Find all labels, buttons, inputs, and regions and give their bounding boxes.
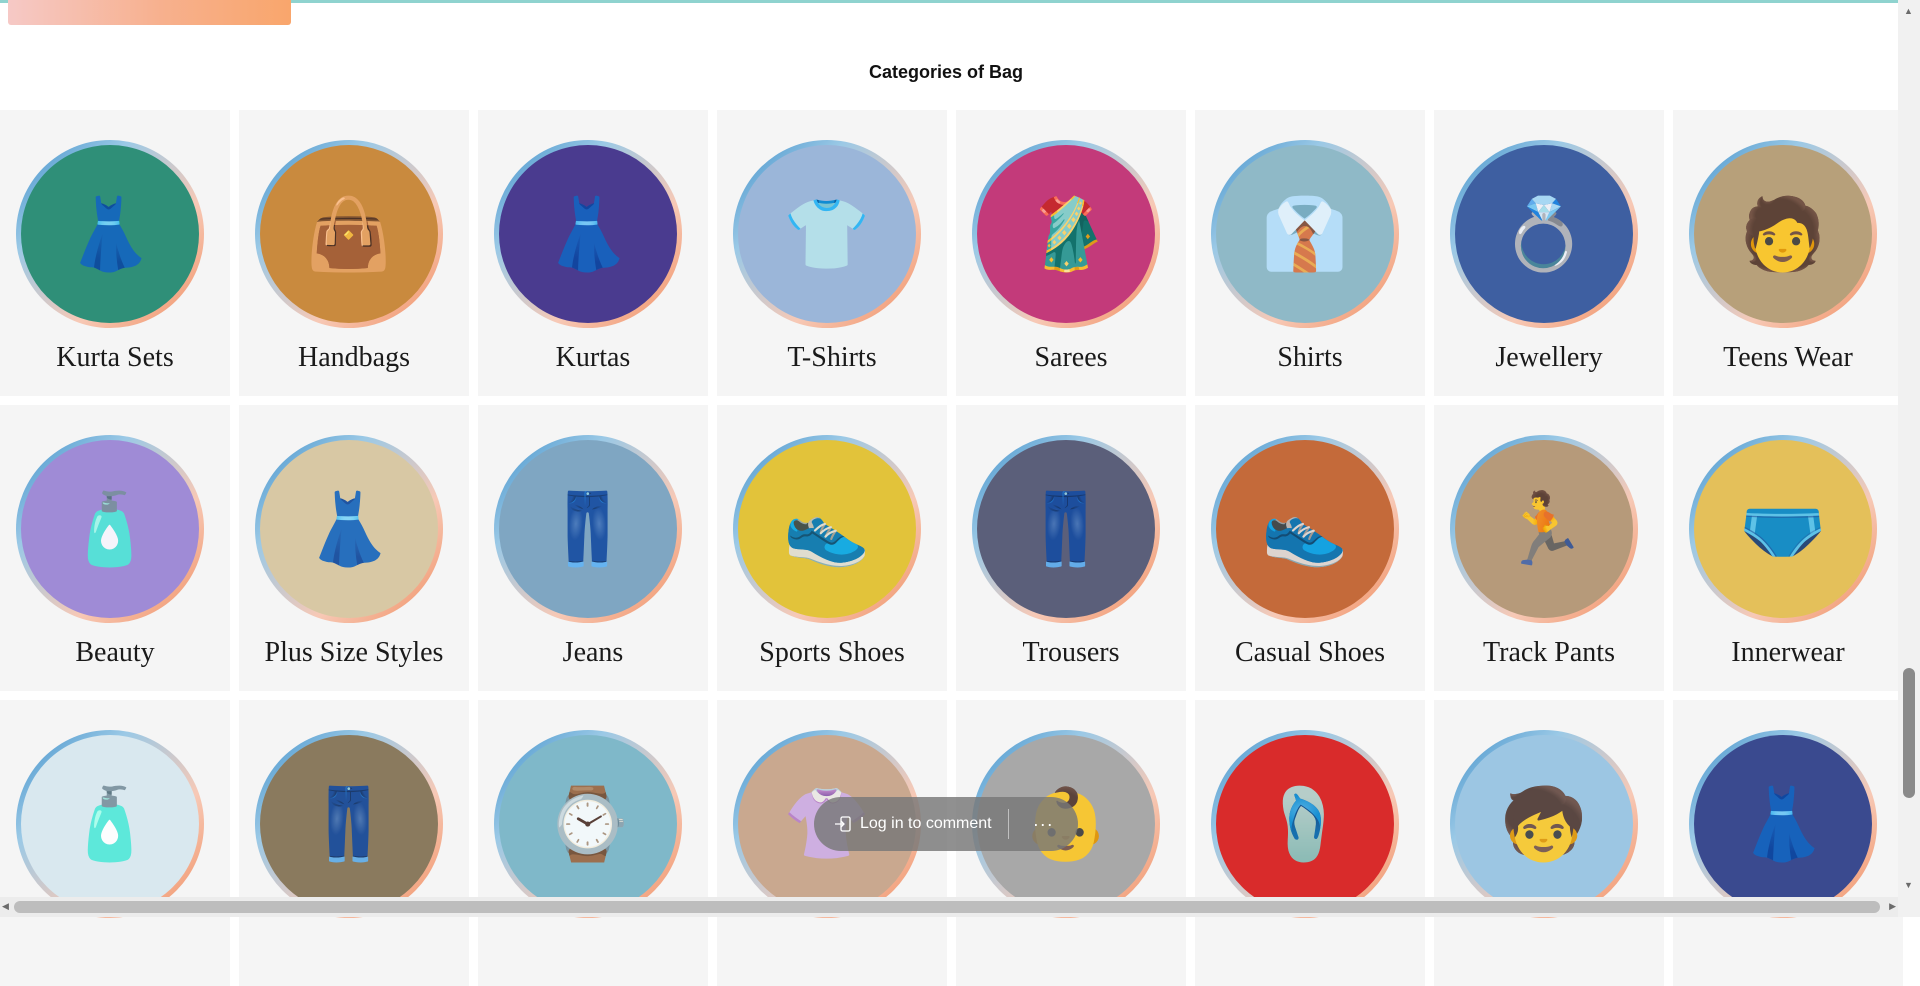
category-tile[interactable]: 👕 T-Shirts xyxy=(717,110,947,396)
category-tile[interactable]: 👗 Plus Size Styles xyxy=(239,405,469,691)
dress-icon: 👗 xyxy=(21,145,199,323)
vertical-scroll-thumb[interactable] xyxy=(1903,668,1915,798)
kids-icon: 🧒 xyxy=(1455,735,1633,913)
innerwear-icon: 🩲 xyxy=(1694,440,1872,618)
category-image-ring: 👕 xyxy=(733,140,921,328)
cosmetics-icon: 🧴 xyxy=(21,440,199,618)
category-tile[interactable]: 👖 xyxy=(239,700,469,986)
skincare-icon: 🧴 xyxy=(21,735,199,913)
category-image-ring: 🧑 xyxy=(1689,140,1877,328)
category-tile[interactable]: 👜 Handbags xyxy=(239,110,469,396)
category-image-ring: 🧴 xyxy=(16,730,204,918)
category-image-ring: 👟 xyxy=(1211,435,1399,623)
category-tile[interactable]: 🏃 Track Pants xyxy=(1434,405,1664,691)
category-image-ring: 👗 xyxy=(1689,730,1877,918)
category-tile[interactable]: 🩲 Innerwear xyxy=(1673,405,1903,691)
category-image-ring: 👖 xyxy=(255,730,443,918)
category-image-ring: 👖 xyxy=(494,435,682,623)
dress-icon: 👗 xyxy=(499,145,677,323)
more-options-button[interactable]: ··· xyxy=(1009,814,1078,835)
category-label: Trousers xyxy=(1022,637,1120,668)
category-tile[interactable]: 🧴 xyxy=(0,700,230,986)
category-tile[interactable]: 🧒 xyxy=(1434,700,1664,986)
dress-icon: 👗 xyxy=(1694,735,1872,913)
category-label: Jewellery xyxy=(1495,342,1603,373)
comment-bar: Log in to comment ··· xyxy=(814,797,1078,851)
login-label: Log in to comment xyxy=(860,815,992,832)
category-label: Innerwear xyxy=(1731,637,1845,668)
category-image-ring: 👗 xyxy=(255,435,443,623)
category-tile[interactable]: 💍 Jewellery xyxy=(1434,110,1664,396)
category-image-ring: 🏃 xyxy=(1450,435,1638,623)
category-label: Casual Shoes xyxy=(1234,637,1386,668)
category-image-ring: 💍 xyxy=(1450,140,1638,328)
category-label: Kurta Sets xyxy=(56,342,174,373)
teens-icon: 🧑 xyxy=(1694,145,1872,323)
scroll-up-icon[interactable]: ▲ xyxy=(1904,6,1913,16)
trousers-icon: 👖 xyxy=(260,735,438,913)
category-label: Jeans xyxy=(562,637,624,668)
category-image-ring: 👔 xyxy=(1211,140,1399,328)
category-tile[interactable]: 👗 xyxy=(1673,700,1903,986)
earring-icon: 💍 xyxy=(1455,145,1633,323)
category-image-ring: 👗 xyxy=(16,140,204,328)
category-image-ring: 👜 xyxy=(255,140,443,328)
category-image-ring: 👗 xyxy=(494,140,682,328)
category-image-ring: 🩴 xyxy=(1211,730,1399,918)
category-tile[interactable]: 👟 Casual Shoes xyxy=(1195,405,1425,691)
category-tile[interactable]: 👗 Kurtas xyxy=(478,110,708,396)
horizontal-scrollbar[interactable]: ◀ ▶ xyxy=(0,897,1898,917)
slipper-icon: 🩴 xyxy=(1216,735,1394,913)
tshirt-icon: 👕 xyxy=(738,145,916,323)
login-to-comment-button[interactable]: Log in to comment xyxy=(814,797,992,851)
category-label: Beauty xyxy=(75,637,155,668)
category-image-ring: 🧴 xyxy=(16,435,204,623)
category-image-ring: 🥻 xyxy=(972,140,1160,328)
sneaker-icon: 👟 xyxy=(738,440,916,618)
dress-icon: 👗 xyxy=(260,440,438,618)
category-tile[interactable]: 🥻 Sarees xyxy=(956,110,1186,396)
jeans-icon: 👖 xyxy=(499,440,677,618)
category-label: Sports Shoes xyxy=(759,637,905,668)
scroll-left-icon[interactable]: ◀ xyxy=(2,901,9,912)
category-tile[interactable]: 👔 Shirts xyxy=(1195,110,1425,396)
section-title: Categories of Bag xyxy=(868,62,1024,82)
category-tile[interactable]: 👟 Sports Shoes xyxy=(717,405,947,691)
horizontal-scroll-thumb[interactable] xyxy=(14,901,1880,913)
category-image-ring: 🩲 xyxy=(1689,435,1877,623)
category-label: Shirts xyxy=(1277,342,1343,373)
category-image-ring: 👖 xyxy=(972,435,1160,623)
scroll-right-icon[interactable]: ▶ xyxy=(1889,901,1896,912)
category-tile[interactable]: ⌚ xyxy=(478,700,708,986)
category-label: Teens Wear xyxy=(1723,342,1853,373)
category-label: Plus Size Styles xyxy=(264,637,444,668)
category-image-ring: 🧒 xyxy=(1450,730,1638,918)
trackpants-icon: 🏃 xyxy=(1455,440,1633,618)
category-label: Sarees xyxy=(1034,342,1108,373)
category-tile[interactable]: 👖 Trousers xyxy=(956,405,1186,691)
category-label: T-Shirts xyxy=(787,342,877,373)
handbag-icon: 👜 xyxy=(260,145,438,323)
promo-banner-fragment[interactable] xyxy=(8,0,291,25)
category-tile[interactable]: 🧑 Teens Wear xyxy=(1673,110,1903,396)
category-tile[interactable]: 👖 Jeans xyxy=(478,405,708,691)
category-label: Track Pants xyxy=(1483,637,1615,668)
trousers-icon: 👖 xyxy=(977,440,1155,618)
category-tile[interactable]: 👗 Kurta Sets xyxy=(0,110,230,396)
vertical-scrollbar[interactable]: ▲ ▼ xyxy=(1898,0,1920,917)
category-label: Handbags xyxy=(298,342,410,373)
category-tile[interactable]: 🧴 Beauty xyxy=(0,405,230,691)
category-tile[interactable]: 🩴 xyxy=(1195,700,1425,986)
category-image-ring: 👟 xyxy=(733,435,921,623)
scroll-down-icon[interactable]: ▼ xyxy=(1904,880,1913,890)
shirt-icon: 👔 xyxy=(1216,145,1394,323)
category-image-ring: ⌚ xyxy=(494,730,682,918)
watch-icon: ⌚ xyxy=(499,735,677,913)
category-grid: 👗 Kurta Sets 👜 Handbags 👗 Kurtas 👕 T-Shirts 🥻 Sar… xyxy=(0,110,1903,986)
saree-icon: 🥻 xyxy=(977,145,1155,323)
sign-in-icon xyxy=(835,816,851,832)
category-label: Kurtas xyxy=(555,342,631,373)
shoe-icon: 👟 xyxy=(1216,440,1394,618)
